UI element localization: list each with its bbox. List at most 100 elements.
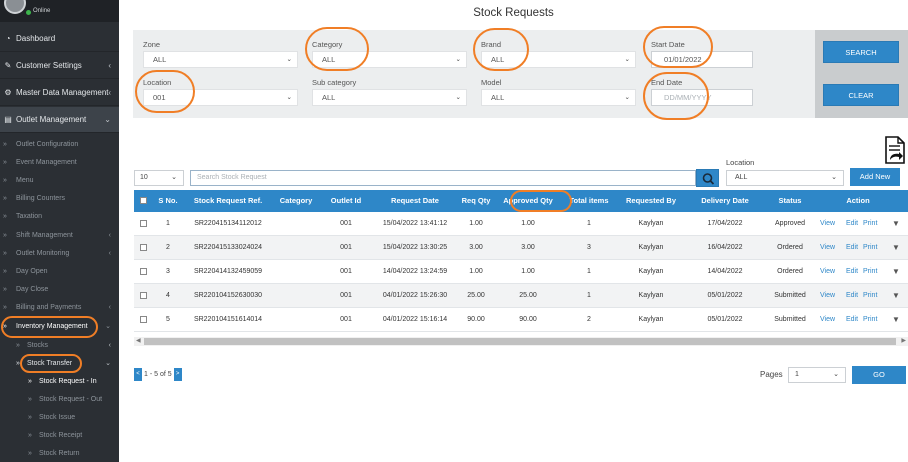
sidebar-item-menu[interactable]: » Menu <box>0 171 119 189</box>
sidebar-item-outlet-monitoring[interactable]: » Outlet Monitoring ‹ <box>0 244 119 262</box>
row-checkbox[interactable] <box>140 220 147 227</box>
column-header[interactable]: Delivery Date <box>691 190 759 212</box>
edit-link[interactable]: Edit <box>846 236 858 260</box>
table-row[interactable]: 5 SR220104151614014 001 04/01/2022 15:16:14… <box>134 308 908 332</box>
sidebar-item-stocks[interactable]: » Stocks ‹ <box>0 336 119 354</box>
cell-delivery-date: 05/01/2022 <box>707 316 743 323</box>
table-row[interactable]: 1 SR220415134112012 001 15/04/2022 13:41:12… <box>134 212 908 236</box>
scroll-right-icon[interactable]: ▶ <box>901 337 906 346</box>
view-link[interactable]: View <box>820 236 835 260</box>
sidebar-item-day-open[interactable]: » Day Open <box>0 262 119 280</box>
column-header[interactable]: Status <box>764 190 816 212</box>
action-menu-caret-icon[interactable]: ▼ <box>892 308 900 332</box>
chevron-right-icon: » <box>3 286 7 294</box>
action-menu-caret-icon[interactable]: ▼ <box>892 260 900 284</box>
sidebar-item-master-data-management[interactable]: ⚙ Master Data Management ‹ <box>0 80 119 106</box>
table-row[interactable]: 2 SR220415133024024 001 15/04/2022 13:30:25… <box>134 236 908 260</box>
go-button[interactable]: GO <box>852 366 906 384</box>
sidebar-item-outlet-configuration[interactable]: » Outlet Configuration <box>0 135 119 153</box>
search-button[interactable]: SEARCH <box>823 41 899 63</box>
sidebar-item-dashboard[interactable]: ◔ Dashboard <box>0 26 119 52</box>
cell-ref: SR220415134112012 <box>194 220 262 227</box>
print-link[interactable]: Print <box>863 308 877 332</box>
cell-requested-by: Kaylyan <box>638 244 664 251</box>
edit-link[interactable]: Edit <box>846 212 858 236</box>
row-checkbox[interactable] <box>140 244 147 251</box>
column-header[interactable]: Total items <box>565 190 613 212</box>
print-link[interactable]: Print <box>863 260 877 284</box>
sidebar-item-stock-issue[interactable]: » Stock Issue <box>0 408 119 426</box>
row-checkbox[interactable] <box>140 316 147 323</box>
cell-total-items: 1 <box>587 220 591 227</box>
cell-sno: 4 <box>166 292 170 299</box>
column-header[interactable]: Outlet Id <box>322 190 370 212</box>
column-header[interactable]: Category <box>274 190 318 212</box>
edit-link[interactable]: Edit <box>846 308 858 332</box>
sidebar-item-stock-return[interactable]: » Stock Return <box>0 445 119 462</box>
select-all-checkbox[interactable] <box>140 197 147 204</box>
column-header[interactable]: Action <box>819 190 897 212</box>
pagination-info: < 1 - 5 of 5 > <box>134 368 182 381</box>
view-link[interactable]: View <box>820 308 835 332</box>
cell-ref: SR220104152630030 <box>193 292 263 299</box>
action-menu-caret-icon[interactable]: ▼ <box>892 236 900 260</box>
chevron-right-icon: » <box>3 249 7 257</box>
cell-sno: 1 <box>166 220 170 227</box>
table-row[interactable]: 3 SR220414132459059 001 14/04/2022 13:24:59… <box>134 260 908 284</box>
export-document-icon[interactable] <box>885 136 905 164</box>
sidebar-item-billing-counters[interactable]: » Billing Counters <box>0 190 119 208</box>
scrollbar-thumb[interactable] <box>144 338 896 345</box>
sidebar-item-label: Stock Request - Out <box>39 395 103 403</box>
sidebar-item-stock-receipt[interactable]: » Stock Receipt <box>0 427 119 445</box>
table-row[interactable]: 4 SR220104152630030 001 04/01/2022 15:26:30… <box>134 284 908 308</box>
view-link[interactable]: View <box>820 260 835 284</box>
column-header[interactable]: Stock Request Ref. <box>186 190 270 212</box>
search-input[interactable]: Search Stock Request <box>190 170 696 186</box>
action-menu-caret-icon[interactable]: ▼ <box>892 284 900 308</box>
sidebar-item-taxation[interactable]: » Taxation <box>0 208 119 226</box>
sidebar-item-customer-settings[interactable]: ✎ Customer Settings ‹ <box>0 53 119 79</box>
print-link[interactable]: Print <box>863 212 877 236</box>
cell-req-qty: 25.00 <box>467 292 485 299</box>
horizontal-scrollbar[interactable]: ◀ ▶ <box>134 337 908 346</box>
column-header[interactable]: Requested By <box>615 190 687 212</box>
row-checkbox[interactable] <box>140 292 147 299</box>
sidebar-item-outlet-management[interactable]: ▤ Outlet Management ⌄ <box>0 107 119 133</box>
print-link[interactable]: Print <box>863 284 877 308</box>
sidebar-item-day-close[interactable]: » Day Close <box>0 281 119 299</box>
search-icon-button[interactable] <box>696 169 719 187</box>
sidebar-item-shift-management[interactable]: » Shift Management ‹ <box>0 226 119 244</box>
cell-total-items: 1 <box>587 292 591 299</box>
sidebar-item-stock-request-out[interactable]: » Stock Request - Out <box>0 390 119 408</box>
cell-ref: SR220104151614014 <box>193 316 263 323</box>
sidebar-item-event-management[interactable]: » Event Management <box>0 153 119 171</box>
sidebar-item-label: Menu <box>16 176 34 184</box>
pages-select[interactable]: 1 ⌄ <box>788 367 846 383</box>
edit-link[interactable]: Edit <box>846 260 858 284</box>
prev-page-button[interactable]: < <box>134 368 142 381</box>
app-window: Online ◔ Dashboard ✎ Customer Settings ‹ ⚙ Mas… <box>0 0 908 462</box>
add-new-button[interactable]: Add New <box>850 168 900 186</box>
sidebar-item-stock-request-in[interactable]: » Stock Request - In <box>0 372 119 390</box>
column-header[interactable]: S No. <box>156 190 180 212</box>
view-link[interactable]: View <box>820 212 835 236</box>
view-link[interactable]: View <box>820 284 835 308</box>
sub-category-select[interactable]: ALL ⌄ <box>312 89 467 106</box>
zone-select[interactable]: ALL ⌄ <box>143 51 298 68</box>
scroll-left-icon[interactable]: ◀ <box>136 337 141 346</box>
sidebar-item-billing-and-payments[interactable]: » Billing and Payments ‹ <box>0 299 119 317</box>
model-select[interactable]: ALL ⌄ <box>481 89 636 106</box>
edit-link[interactable]: Edit <box>846 284 858 308</box>
location-filter-select[interactable]: ALL ⌄ <box>726 170 844 186</box>
column-header[interactable]: Req Qty <box>459 190 493 212</box>
row-checkbox[interactable] <box>140 268 147 275</box>
page-length-select[interactable]: 10 ⌄ <box>134 170 184 186</box>
clear-button[interactable]: CLEAR <box>823 84 899 106</box>
avatar[interactable] <box>4 0 26 14</box>
action-menu-caret-icon[interactable]: ▼ <box>892 212 900 236</box>
print-link[interactable]: Print <box>863 236 877 260</box>
column-header[interactable]: Request Date <box>372 190 458 212</box>
wrench-icon: ✎ <box>4 61 12 70</box>
sidebar-item-label: Taxation <box>16 213 43 221</box>
next-page-button[interactable]: > <box>173 368 182 381</box>
